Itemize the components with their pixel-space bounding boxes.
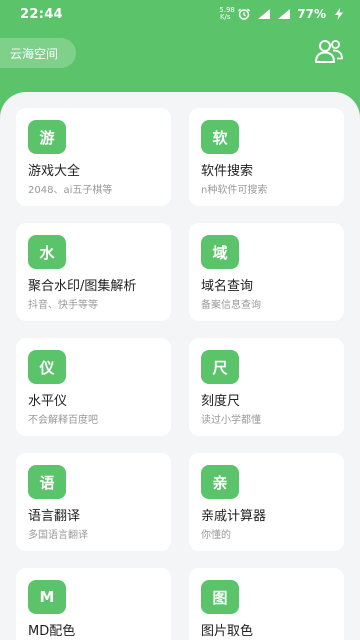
tools-panel: 游 游戏大全 2048、ai五子棋等 软 软件搜索 n种软件可搜索 水 聚合水印… [0, 92, 360, 640]
card-subtitle: 备案信息查询 [201, 300, 261, 311]
tool-card-ruler[interactable]: 尺 刻度尺 读过小学都懂 [189, 338, 344, 436]
tool-card-watermark[interactable]: 水 聚合水印/图集解析 抖音、快手等等 [16, 223, 171, 321]
user-profile-icon[interactable] [314, 36, 344, 66]
card-subtitle: 抖音、快手等等 [28, 300, 98, 311]
card-subtitle: 2048、ai五子棋等 [28, 185, 113, 196]
domain-icon: 域 [201, 235, 239, 269]
card-subtitle: n种软件可搜索 [201, 185, 268, 196]
status-time: 22:44 [20, 6, 63, 22]
app-header: 云海空间 [0, 28, 360, 94]
card-title: 软件搜索 [201, 164, 254, 179]
tool-card-domain-lookup[interactable]: 域 域名查询 备案信息查询 [189, 223, 344, 321]
games-icon: 游 [28, 120, 66, 154]
battery-percent: 77% [297, 7, 326, 21]
space-title-button[interactable]: 云海空间 [0, 38, 76, 68]
tool-card-level[interactable]: 仪 水平仪 不会解释百度吧 [16, 338, 171, 436]
status-icons: 5.98 K/s 77% [219, 7, 346, 21]
software-icon: 软 [201, 120, 239, 154]
tool-card-relative-calculator[interactable]: 亲 亲戚计算器 你懂的 [189, 453, 344, 551]
card-title: 域名查询 [201, 279, 254, 294]
tool-card-image-color-picker[interactable]: 图 图片取色 [189, 568, 344, 640]
signal-4g-icon [278, 9, 291, 19]
card-title: 水平仪 [28, 394, 68, 409]
battery-charging-icon [335, 8, 343, 20]
network-speed-unit: K/s [219, 13, 231, 21]
watermark-icon: 水 [28, 235, 66, 269]
card-subtitle: 你懂的 [201, 530, 231, 541]
image-color-icon: 图 [201, 580, 239, 614]
signal-icon [258, 9, 271, 19]
md-colors-icon: M [28, 580, 66, 614]
card-title: 语言翻译 [28, 509, 81, 524]
relative-icon: 亲 [201, 465, 239, 499]
tool-card-md-colors[interactable]: M MD配色 [16, 568, 171, 640]
card-title: 图片取色 [201, 624, 254, 639]
space-title-label: 云海空间 [10, 46, 59, 61]
translate-icon: 语 [28, 465, 66, 499]
tool-card-games[interactable]: 游 游戏大全 2048、ai五子棋等 [16, 108, 171, 206]
card-title: 游戏大全 [28, 164, 81, 179]
status-bar: 22:44 5.98 K/s 77% [0, 0, 360, 28]
alarm-icon [238, 8, 251, 20]
level-icon: 仪 [28, 350, 66, 384]
card-title: 亲戚计算器 [201, 509, 267, 524]
card-title: 刻度尺 [201, 394, 241, 409]
tool-card-translate[interactable]: 语 语言翻译 多国语言翻译 [16, 453, 171, 551]
card-subtitle: 不会解释百度吧 [28, 415, 98, 426]
tool-card-software-search[interactable]: 软 软件搜索 n种软件可搜索 [189, 108, 344, 206]
tools-grid: 游 游戏大全 2048、ai五子棋等 软 软件搜索 n种软件可搜索 水 聚合水印… [16, 108, 346, 640]
card-title: MD配色 [28, 624, 76, 639]
network-speed: 5.98 K/s [219, 7, 235, 21]
card-subtitle: 多国语言翻译 [28, 530, 88, 541]
ruler-icon: 尺 [201, 350, 239, 384]
card-title: 聚合水印/图集解析 [28, 279, 137, 294]
card-subtitle: 读过小学都懂 [201, 415, 261, 426]
